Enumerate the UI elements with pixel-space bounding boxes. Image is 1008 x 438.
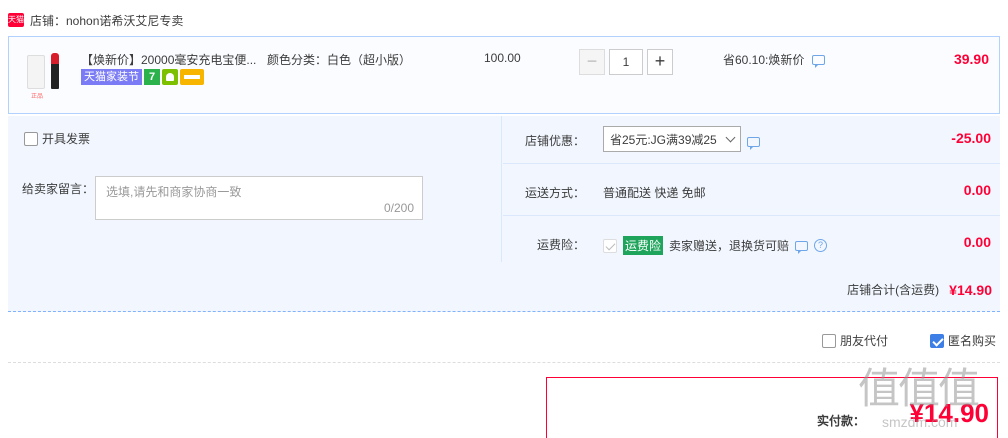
- store-total: 店铺合计(含运费) ¥14.90: [847, 281, 992, 298]
- store-total-label: 店铺合计(含运费): [847, 283, 940, 297]
- thumb-caption: 正品: [31, 94, 44, 100]
- seven-day-return-icon: 7: [144, 69, 160, 85]
- discount-text: 省60.10:焕新价: [723, 53, 805, 67]
- message-label: 给卖家留言：: [22, 182, 95, 196]
- store-header: 天猫 店铺：nohon诺希沃艾尼专卖: [8, 10, 183, 30]
- quantity-stepper: − 1 +: [579, 49, 673, 75]
- chat-icon[interactable]: [795, 240, 809, 254]
- tmall-icon: 天猫: [8, 13, 24, 27]
- invoice-checkbox[interactable]: [24, 131, 38, 146]
- credit-card-icon: [180, 69, 204, 85]
- guarantee-icon: [162, 69, 178, 85]
- invoice-label: 开具发票: [42, 132, 91, 146]
- festival-badge: 天猫家装节: [81, 69, 142, 85]
- lipstick-image: [51, 53, 59, 89]
- store-total-amount: ¥14.90: [949, 281, 992, 298]
- increase-button[interactable]: +: [647, 49, 673, 75]
- insurance-value: 运费险 卖家赠送，退换货可赔 ?: [603, 236, 828, 255]
- anonymous-checkbox[interactable]: [930, 333, 944, 348]
- insurance-amount: 0.00: [963, 234, 991, 250]
- insurance-desc: 卖家赠送，退换货可赔: [669, 239, 790, 253]
- friend-pay-option[interactable]: 朋友代付: [822, 332, 888, 349]
- store-name[interactable]: 店铺：nohon诺希沃艾尼专卖: [30, 12, 183, 29]
- unit-price: 100.00: [484, 51, 521, 65]
- divider: [8, 362, 1000, 363]
- coupon-select[interactable]: 省25元:JG满39减25: [603, 126, 741, 152]
- insurance-row: 运费险： 运费险 卖家赠送，退换货可赔 ? 0.00: [503, 220, 1000, 262]
- decrease-button[interactable]: −: [579, 49, 605, 75]
- shipping-value: 普通配送 快递 免邮: [603, 186, 706, 200]
- order-item: 正品 【焕新价】20000毫安充电宝便... 颜色分类：白色（超小版） 天猫家装…: [8, 36, 1000, 114]
- anonymous-option[interactable]: 匿名购买: [930, 332, 996, 349]
- product-thumbnail[interactable]: 正品: [21, 47, 71, 100]
- shipping-amount: 0.00: [963, 182, 991, 198]
- product-title[interactable]: 【焕新价】20000毫安充电宝便...: [81, 51, 256, 68]
- chevron-down-icon: [725, 132, 736, 142]
- coupon-value: 省25元:JG满39减25: [603, 126, 760, 152]
- item-discount: 省60.10:焕新价: [723, 51, 826, 68]
- chat-icon[interactable]: [746, 137, 760, 150]
- friend-pay-label: 朋友代付: [840, 334, 889, 348]
- chat-icon[interactable]: [812, 54, 826, 68]
- power-bank-image: [27, 55, 45, 89]
- message-input[interactable]: 选填,请先和商家协商一致 0/200: [95, 176, 423, 220]
- insurance-checkbox: [603, 238, 617, 253]
- message-count: 0/200: [383, 201, 414, 215]
- watermark-text: smzdm.com: [882, 414, 958, 430]
- invoice-option[interactable]: 开具发票: [24, 130, 90, 147]
- shipping-row: 运送方式： 普通配送 快递 免邮 0.00: [503, 168, 1000, 216]
- message-placeholder: 选填,请先和商家协商一致: [106, 185, 242, 199]
- anonymous-label: 匿名购买: [948, 334, 997, 348]
- quantity-input[interactable]: 1: [609, 49, 643, 75]
- coupon-row: 店铺优惠： 省25元:JG满39减25 -25.00: [503, 116, 1000, 164]
- shipping-label: 运送方式：: [524, 186, 585, 200]
- product-badges: 天猫家装节 7: [81, 69, 204, 85]
- options-left: 开具发票 给卖家留言： 选填,请先和商家协商一致 0/200: [8, 116, 502, 262]
- insurance-tag: 运费险: [623, 236, 664, 255]
- product-attributes: 颜色分类：白色（超小版）: [267, 53, 412, 67]
- insurance-label: 运费险：: [536, 238, 585, 252]
- order-options: 开具发票 给卖家留言： 选填,请先和商家协商一致 0/200 店铺优惠： 省25…: [8, 116, 1000, 312]
- watermark-logo: 值值值: [858, 364, 980, 413]
- help-icon[interactable]: ?: [814, 239, 828, 252]
- coupon-amount: -25.00: [951, 130, 991, 146]
- coupon-selected: 省25元:JG满39减25: [610, 132, 717, 147]
- coupon-label: 店铺优惠：: [524, 134, 585, 148]
- friend-pay-checkbox[interactable]: [822, 333, 836, 348]
- item-total: 39.90: [953, 51, 989, 67]
